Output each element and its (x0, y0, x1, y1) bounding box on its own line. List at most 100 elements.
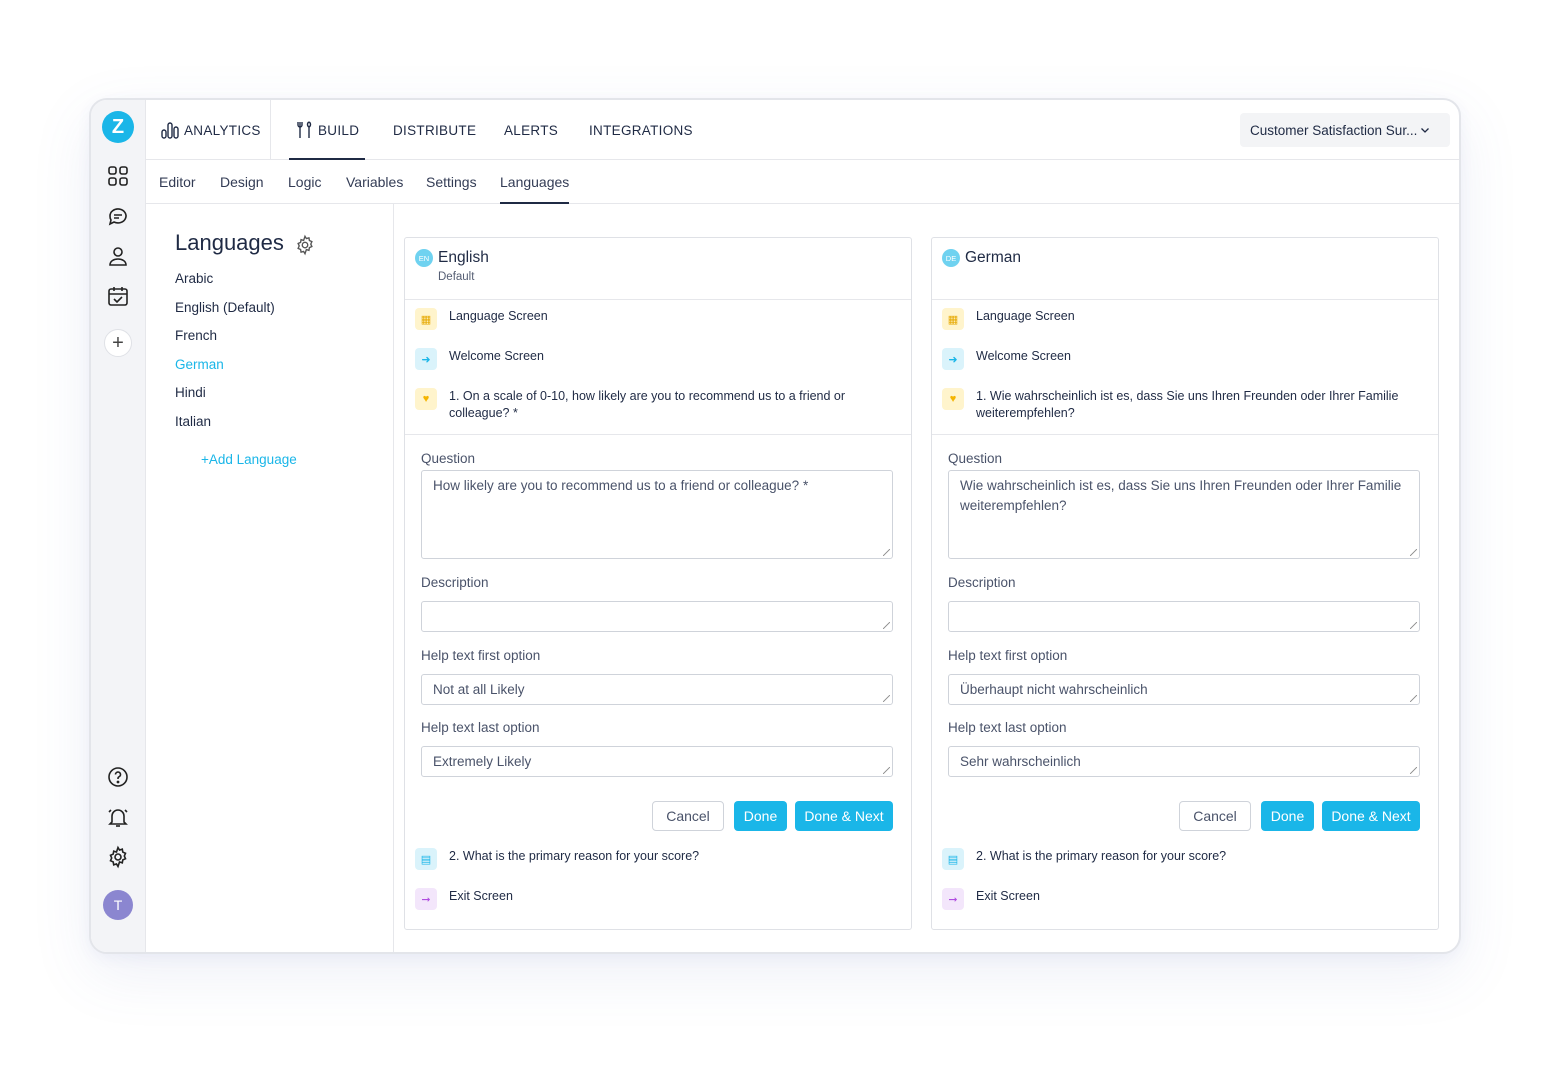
chat-icon[interactable] (106, 204, 130, 228)
done-next-button[interactable]: Done & Next (795, 801, 893, 831)
bar-chart-icon (161, 122, 179, 139)
card-language-name: German (965, 249, 1021, 266)
question-label: Question (421, 451, 476, 466)
done-button[interactable]: Done (1261, 801, 1314, 831)
resize-handle[interactable] (883, 622, 890, 629)
list-item-exit-screen[interactable]: ➞ Exit Screen (415, 888, 901, 910)
language-settings-icon[interactable] (294, 234, 316, 256)
question-value: Wie wahrscheinlich ist es, dass Sie uns … (960, 478, 1402, 513)
help-last-value: Extremely Likely (433, 754, 532, 769)
language-item-hindi[interactable]: Hindi (175, 385, 206, 400)
list-item-label: Welcome Screen (976, 349, 1071, 363)
list-item-language-screen[interactable]: ▦ Language Screen (415, 308, 901, 330)
survey-selector-label: Customer Satisfaction Sur... (1250, 122, 1418, 138)
list-item-label: 1. Wie wahrscheinlich ist es, dass Sie u… (976, 389, 1399, 420)
tab-build[interactable]: BUILD (289, 100, 365, 160)
card-header: DE German (932, 238, 1438, 300)
resize-handle[interactable] (1410, 622, 1417, 629)
question-field[interactable]: How likely are you to recommend us to a … (421, 470, 893, 559)
tab-alerts[interactable]: ALERTS (504, 100, 558, 160)
list-item-welcome-screen[interactable]: ➜ Welcome Screen (415, 348, 901, 370)
survey-selector[interactable]: Customer Satisfaction Sur... (1240, 113, 1450, 147)
list-item-question-2[interactable]: ▤ 2. What is the primary reason for your… (942, 848, 1428, 870)
resize-handle[interactable] (1410, 549, 1417, 556)
exit-screen-icon: ➞ (415, 888, 437, 910)
tab-analytics[interactable]: ANALYTICS (146, 100, 271, 160)
language-item-english[interactable]: English (Default) (175, 300, 275, 315)
list-item-language-screen[interactable]: ▦ Language Screen (942, 308, 1428, 330)
description-label: Description (421, 575, 489, 590)
language-code-badge: EN (415, 249, 433, 267)
sub-nav: Editor Design Logic Variables Settings L… (146, 160, 1459, 204)
done-button[interactable]: Done (734, 801, 787, 831)
tab-design[interactable]: Design (220, 160, 264, 204)
avatar[interactable]: T (103, 890, 133, 920)
heart-icon: ♥ (942, 388, 964, 410)
tab-integrations[interactable]: INTEGRATIONS (589, 100, 693, 160)
list-item-label: 1. On a scale of 0-10, how likely are yo… (449, 389, 846, 420)
help-first-field[interactable]: Überhaupt nicht wahrscheinlich (948, 674, 1420, 705)
gear-icon[interactable] (106, 845, 130, 869)
language-code-badge: DE (942, 249, 960, 267)
welcome-screen-icon: ➜ (942, 348, 964, 370)
language-item-french[interactable]: French (175, 328, 217, 343)
welcome-screen-icon: ➜ (415, 348, 437, 370)
help-last-field[interactable]: Extremely Likely (421, 746, 893, 777)
app-window: Z + T ANALYTICS BUILD DISTRIBUTE ALERTS … (89, 98, 1461, 954)
list-item-exit-screen[interactable]: ➞ Exit Screen (942, 888, 1428, 910)
card-default-label: Default (438, 271, 475, 283)
resize-handle[interactable] (883, 767, 890, 774)
help-first-value: Not at all Likely (433, 682, 525, 697)
tab-distribute[interactable]: DISTRIBUTE (393, 100, 476, 160)
resize-handle[interactable] (1410, 695, 1417, 702)
card-language-name: English (438, 249, 489, 266)
tab-languages[interactable]: Languages (500, 160, 570, 204)
language-item-arabic[interactable]: Arabic (175, 271, 213, 286)
cancel-button[interactable]: Cancel (652, 801, 724, 831)
language-item-german[interactable]: German (175, 357, 224, 372)
description-field[interactable] (421, 601, 893, 632)
left-rail: Z + T (91, 100, 146, 952)
tab-logic[interactable]: Logic (288, 160, 321, 204)
tab-editor[interactable]: Editor (159, 160, 196, 204)
list-item-question-1[interactable]: ♥ 1. On a scale of 0-10, how likely are … (415, 388, 901, 422)
user-icon[interactable] (106, 244, 130, 268)
done-next-button[interactable]: Done & Next (1322, 801, 1420, 831)
text-question-icon: ▤ (415, 848, 437, 870)
resize-handle[interactable] (883, 695, 890, 702)
cancel-button[interactable]: Cancel (1179, 801, 1251, 831)
tab-settings[interactable]: Settings (426, 160, 477, 204)
add-button[interactable]: + (104, 329, 132, 357)
language-card-german: DE German ▦ Language Screen ➜ Welcome Sc… (931, 237, 1439, 930)
languages-title: Languages (175, 230, 284, 255)
list-item-label: 2. What is the primary reason for your s… (449, 849, 700, 863)
help-last-label: Help text last option (948, 720, 1067, 735)
help-icon[interactable] (106, 765, 130, 789)
resize-handle[interactable] (883, 549, 890, 556)
text-question-icon: ▤ (942, 848, 964, 870)
help-first-field[interactable]: Not at all Likely (421, 674, 893, 705)
help-first-value: Überhaupt nicht wahrscheinlich (960, 682, 1148, 697)
help-first-label: Help text first option (421, 648, 541, 663)
language-screen-icon: ▦ (942, 308, 964, 330)
calendar-check-icon[interactable] (106, 284, 130, 308)
help-last-value: Sehr wahrscheinlich (960, 754, 1081, 769)
tab-build-label: BUILD (318, 122, 360, 138)
list-item-question-1[interactable]: ♥ 1. Wie wahrscheinlich ist es, dass Sie… (942, 388, 1428, 422)
top-nav: ANALYTICS BUILD DISTRIBUTE ALERTS INTEGR… (146, 100, 1459, 160)
app-logo[interactable]: Z (102, 111, 134, 143)
help-last-field[interactable]: Sehr wahrscheinlich (948, 746, 1420, 777)
chevron-down-icon (1421, 128, 1430, 133)
tab-variables[interactable]: Variables (346, 160, 403, 204)
question-label: Question (948, 451, 1003, 466)
resize-handle[interactable] (1410, 767, 1417, 774)
list-item-question-2[interactable]: ▤ 2. What is the primary reason for your… (415, 848, 901, 870)
question-value: How likely are you to recommend us to a … (433, 478, 809, 493)
description-field[interactable] (948, 601, 1420, 632)
add-language-link[interactable]: +Add Language (201, 452, 297, 467)
dashboard-icon[interactable] (106, 164, 130, 188)
bell-icon[interactable] (106, 805, 130, 829)
language-item-italian[interactable]: Italian (175, 414, 211, 429)
question-field[interactable]: Wie wahrscheinlich ist es, dass Sie uns … (948, 470, 1420, 559)
list-item-welcome-screen[interactable]: ➜ Welcome Screen (942, 348, 1428, 370)
